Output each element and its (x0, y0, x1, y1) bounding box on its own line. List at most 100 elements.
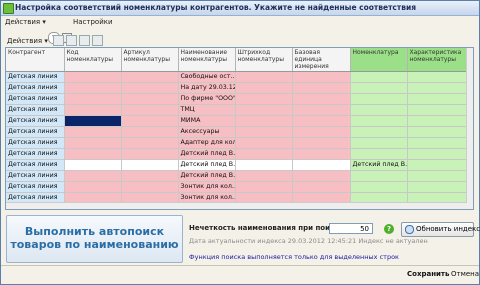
cell-unit[interactable] (292, 104, 351, 116)
cell-barcode[interactable] (235, 126, 293, 138)
cell-nomenclature[interactable] (350, 170, 408, 182)
cell-unit[interactable] (292, 82, 351, 94)
select-icon[interactable] (79, 35, 90, 46)
cell-counterparty[interactable]: Детская линия (6, 159, 65, 171)
cell-characteristic[interactable] (407, 159, 467, 171)
cell-characteristic[interactable] (407, 71, 467, 83)
cell-nomenclature[interactable] (350, 71, 408, 83)
cell-article[interactable] (121, 159, 179, 171)
cell-characteristic[interactable] (407, 126, 467, 138)
cell-barcode[interactable] (235, 137, 293, 149)
cell-article[interactable] (121, 137, 179, 149)
cell-barcode[interactable] (235, 93, 293, 105)
horizontal-scrollbar[interactable] (6, 202, 467, 209)
cell-counterparty[interactable]: Детская линия (6, 115, 65, 127)
cell-code[interactable] (64, 170, 122, 182)
cell-characteristic[interactable] (407, 82, 467, 94)
table-row[interactable]: Детская линия Детский плед В… Детский плед… (6, 159, 467, 171)
col-article[interactable]: Артикул номенклатуры (121, 48, 179, 72)
cell-article[interactable] (121, 115, 179, 127)
cell-nomenclature[interactable] (350, 126, 408, 138)
col-characteristic[interactable]: Характеристика номенклатуры (407, 48, 467, 72)
table-row[interactable]: Детская линия Свободные ост… (6, 71, 467, 83)
cell-nomenclature[interactable] (350, 137, 408, 149)
cell-barcode[interactable] (235, 159, 293, 171)
cell-code[interactable] (64, 148, 122, 160)
col-counterparty[interactable]: Контрагент (6, 48, 65, 72)
cell-article[interactable] (121, 181, 179, 193)
cell-unit[interactable] (292, 181, 351, 193)
col-code[interactable]: Код номенклатуры (64, 48, 122, 72)
cell-barcode[interactable] (235, 181, 293, 193)
cell-barcode[interactable] (235, 170, 293, 182)
col-barcode[interactable]: Штрихкод номенклатуры (235, 48, 293, 72)
sort-icon[interactable] (66, 35, 77, 46)
cell-unit[interactable] (292, 115, 351, 127)
cell-counterparty[interactable]: Детская линия (6, 71, 65, 83)
cell-characteristic[interactable] (407, 170, 467, 182)
cell-unit[interactable] (292, 93, 351, 105)
autosearch-button[interactable]: Выполнить автопоиск товаров по наименова… (6, 215, 183, 263)
cell-counterparty[interactable]: Детская линия (6, 126, 65, 138)
cell-counterparty[interactable]: Детская линия (6, 170, 65, 182)
cell-nomenclature[interactable] (350, 115, 408, 127)
cell-code[interactable] (64, 104, 122, 116)
filter-icon[interactable] (53, 35, 64, 46)
table-row[interactable]: Детская линия Адаптер для кол… (6, 137, 467, 149)
col-unit[interactable]: Базовая единица измерения (292, 48, 351, 72)
cell-counterparty[interactable]: Детская линия (6, 82, 65, 94)
cell-article[interactable] (121, 170, 179, 182)
cell-name[interactable]: Детский плед В… (178, 170, 236, 182)
cell-unit[interactable] (292, 170, 351, 182)
cell-code[interactable] (64, 93, 122, 105)
cell-counterparty[interactable]: Детская линия (6, 93, 65, 105)
cell-barcode[interactable] (235, 148, 293, 160)
cell-code[interactable] (64, 82, 122, 94)
table-row[interactable]: Детская линия Детский плед В… (6, 148, 467, 160)
cell-nomenclature[interactable] (350, 148, 408, 160)
grid-actions-menu[interactable]: Действия ▾ (7, 35, 48, 47)
table-row[interactable]: Детская линия На дату 29.03.12 (6, 82, 467, 94)
cell-name[interactable]: На дату 29.03.12 (178, 82, 236, 94)
cell-characteristic[interactable] (407, 115, 467, 127)
cell-counterparty[interactable]: Детская линия (6, 181, 65, 193)
col-name[interactable]: Наименование номенклатуры (178, 48, 236, 72)
cell-name[interactable]: МИМА (178, 115, 236, 127)
cell-unit[interactable] (292, 126, 351, 138)
actions-menu[interactable]: Действия ▾ (5, 16, 46, 28)
cell-characteristic[interactable] (407, 181, 467, 193)
table-row[interactable]: Детская линия Детский плед В… (6, 170, 467, 182)
cancel-button[interactable]: Отмена (451, 267, 479, 281)
note-link[interactable]: Функция поиска выполняется только для вы… (189, 253, 399, 262)
settings-button[interactable]: Настройки (73, 16, 113, 28)
cell-name[interactable]: Адаптер для кол… (178, 137, 236, 149)
cell-article[interactable] (121, 104, 179, 116)
vertical-scrollbar[interactable] (466, 48, 473, 209)
cell-characteristic[interactable] (407, 137, 467, 149)
cell-nomenclature[interactable] (350, 181, 408, 193)
cell-code[interactable] (64, 159, 122, 171)
table-row[interactable]: Детская линия МИМА (6, 115, 467, 127)
cell-unit[interactable] (292, 159, 351, 171)
cell-characteristic[interactable] (407, 93, 467, 105)
cell-name[interactable]: Аксессуары (178, 126, 236, 138)
cell-article[interactable] (121, 71, 179, 83)
cell-barcode[interactable] (235, 82, 293, 94)
cell-nomenclature[interactable] (350, 93, 408, 105)
cell-counterparty[interactable]: Детская линия (6, 148, 65, 160)
clear-filter-icon[interactable] (92, 35, 103, 46)
cell-characteristic[interactable] (407, 148, 467, 160)
cell-article[interactable] (121, 93, 179, 105)
cell-name[interactable]: Детский плед В… (178, 148, 236, 160)
cell-barcode[interactable] (235, 104, 293, 116)
cell-article[interactable] (121, 82, 179, 94)
cell-code[interactable] (64, 137, 122, 149)
cell-name[interactable]: По фирме "ООО" (178, 93, 236, 105)
col-nomenclature[interactable]: Номенклатура (350, 48, 408, 72)
cell-nomenclature[interactable]: Детский плед В… (350, 159, 408, 171)
cell-code[interactable] (64, 181, 122, 193)
cell-unit[interactable] (292, 137, 351, 149)
cell-unit[interactable] (292, 148, 351, 160)
cell-barcode[interactable] (235, 115, 293, 127)
table-row[interactable]: Детская линия Зонтик для кол… (6, 181, 467, 193)
